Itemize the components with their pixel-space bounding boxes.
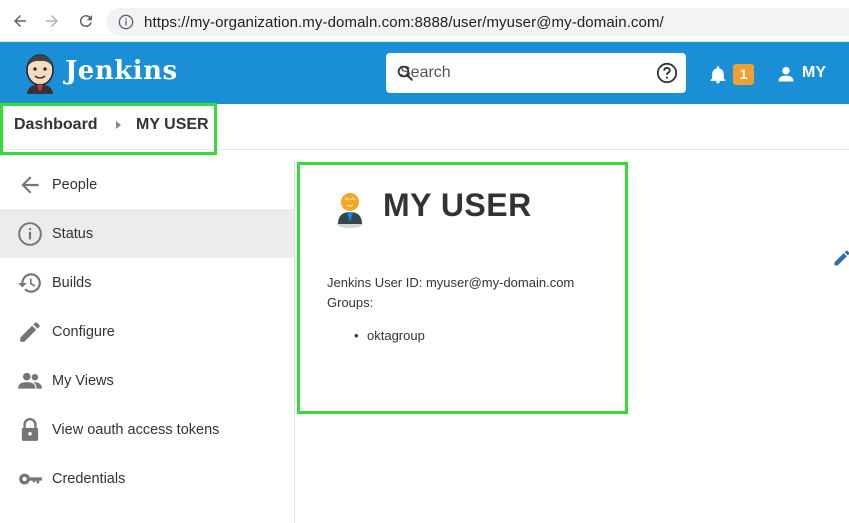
sidebar-item-label: Builds <box>52 274 92 291</box>
search-input[interactable] <box>386 54 636 92</box>
people-icon <box>18 372 42 389</box>
breadcrumb-highlight-box <box>0 103 217 155</box>
reload-icon[interactable] <box>74 9 98 33</box>
sidebar-item-credentials[interactable]: Credentials <box>0 454 294 503</box>
sidebar-item-label: View oauth access tokens <box>52 421 220 438</box>
jenkins-header: Jenkins 1 MY <box>0 42 849 104</box>
history-icon <box>18 272 41 293</box>
user-icon[interactable] <box>776 64 796 84</box>
sidebar-item-builds[interactable]: Builds <box>0 258 294 307</box>
sidebar-item-label: Configure <box>52 323 115 340</box>
edit-pencil-icon[interactable] <box>832 248 849 268</box>
notification-count-badge[interactable]: 1 <box>733 64 754 85</box>
sidebar-item-status[interactable]: Status <box>0 209 294 258</box>
pencil-icon <box>20 321 40 342</box>
sidebar-item-oauth-tokens[interactable]: View oauth access tokens <box>0 405 294 454</box>
site-info-icon[interactable] <box>118 14 134 30</box>
sidebar-item-label: Status <box>52 225 94 242</box>
info-icon <box>18 221 42 246</box>
content-highlight-box <box>297 162 628 414</box>
user-menu-link[interactable]: MY <box>802 64 826 82</box>
sidebar-item-my-views[interactable]: My Views <box>0 356 294 405</box>
browser-toolbar: https://my-organization.my-domaln.com:88… <box>0 0 849 42</box>
lock-icon <box>21 417 39 441</box>
help-icon[interactable] <box>656 62 678 84</box>
jenkins-brand[interactable]: Jenkins <box>65 56 178 86</box>
sidebar-item-label: People <box>52 176 98 193</box>
address-bar[interactable]: https://my-organization.my-domaln.com:88… <box>106 8 849 36</box>
search-icon <box>397 65 413 81</box>
sidebar-item-people[interactable]: People <box>0 160 294 209</box>
key-icon <box>19 473 42 484</box>
jenkins-logo-icon[interactable] <box>22 52 58 94</box>
url-text[interactable]: https://my-organization.my-domaln.com:88… <box>144 14 664 31</box>
sidebar-item-configure[interactable]: Configure <box>0 307 294 356</box>
notifications-bell-icon[interactable] <box>708 65 728 85</box>
forward-icon[interactable] <box>40 9 64 33</box>
sidebar-item-label: Credentials <box>52 470 126 487</box>
arrow-left-icon <box>21 175 39 194</box>
back-icon[interactable] <box>8 9 32 33</box>
sidebar: People Status Builds Configure My Views … <box>0 160 295 523</box>
search-box[interactable] <box>386 53 686 93</box>
sidebar-item-label: My Views <box>52 372 114 389</box>
